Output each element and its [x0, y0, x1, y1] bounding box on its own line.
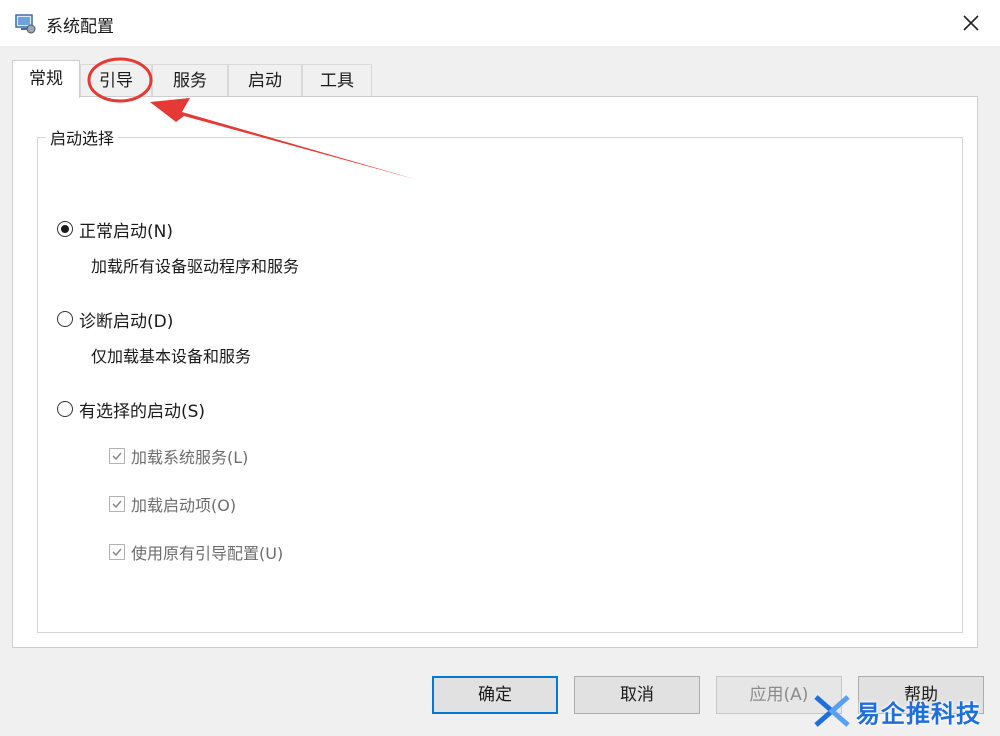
checkbox[interactable]	[109, 544, 125, 560]
dialog-body: 常规 引导 服务 启动 工具 启动选择 正常启动(N) 加载所有设备驱动程序和服…	[0, 46, 1000, 736]
tab-general[interactable]: 常规	[12, 60, 80, 98]
radio-selected-dot	[61, 225, 69, 233]
radio-label: 诊断启动(D)	[79, 311, 174, 332]
checkmark-icon	[112, 500, 122, 509]
option-description: 加载所有设备驱动程序和服务	[91, 257, 300, 276]
watermark-text: 易企推科技	[856, 699, 981, 728]
close-icon[interactable]	[960, 12, 982, 34]
tab-panel-general: 启动选择 正常启动(N) 加载所有设备驱动程序和服务 诊断启动(D) 仅加载基本…	[12, 96, 978, 648]
group-label: 启动选择	[46, 125, 119, 149]
cancel-button[interactable]: 取消	[574, 676, 700, 714]
watermark-logo-icon	[814, 695, 850, 727]
option-description: 仅加载基本设备和服务	[91, 347, 252, 366]
radio-selective-startup[interactable]: 有选择的启动(S)	[57, 397, 206, 422]
checkbox[interactable]	[109, 496, 125, 512]
checkbox-label: 使用原有引导配置(U)	[131, 544, 284, 563]
watermark: 易企推科技	[812, 690, 981, 732]
checkbox[interactable]	[109, 448, 125, 464]
checkbox-label: 加载启动项(O)	[131, 496, 237, 515]
tab-boot[interactable]: 引导	[80, 64, 152, 96]
radio-normal-startup[interactable]: 正常启动(N)	[57, 217, 173, 242]
checkbox-load-startup-items[interactable]: 加载启动项(O)	[109, 493, 236, 515]
checkbox-label: 加载系统服务(L)	[131, 448, 249, 467]
radio-label: 有选择的启动(S)	[79, 401, 206, 422]
title-bar: 系统配置	[0, 0, 1000, 46]
msconfig-icon	[15, 14, 36, 34]
radio-button[interactable]	[57, 221, 73, 237]
window-title: 系统配置	[46, 17, 114, 37]
checkbox-load-system-services[interactable]: 加载系统服务(L)	[109, 445, 248, 467]
radio-diagnostic-startup[interactable]: 诊断启动(D)	[57, 307, 174, 332]
tab-tools[interactable]: 工具	[302, 64, 372, 96]
checkmark-icon	[112, 452, 122, 461]
tab-startup[interactable]: 启动	[228, 64, 302, 96]
ok-button[interactable]: 确定	[432, 676, 558, 714]
tab-services[interactable]: 服务	[152, 64, 228, 96]
checkmark-icon	[112, 548, 122, 557]
radio-button[interactable]	[57, 401, 73, 417]
radio-button[interactable]	[57, 311, 73, 327]
checkbox-use-original-boot-config[interactable]: 使用原有引导配置(U)	[109, 541, 283, 563]
radio-label: 正常启动(N)	[79, 221, 173, 242]
